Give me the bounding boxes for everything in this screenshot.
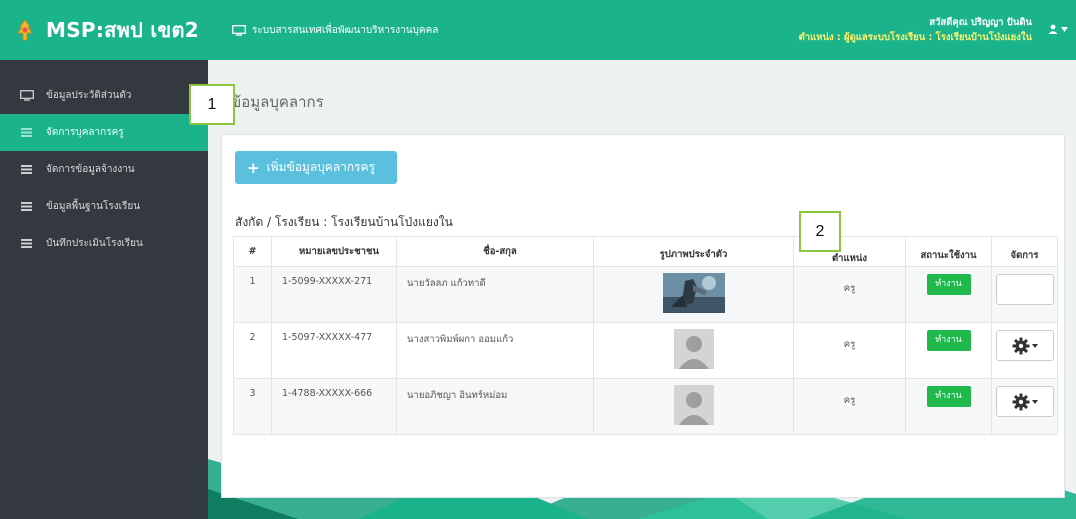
status-badge[interactable]: ทำงาน	[926, 386, 971, 407]
sidebar-item-label: ข้อมูลพื้นฐานโรงเรียน	[46, 201, 141, 212]
sidebar-item-label: บันทึกประเมินโรงเรียน	[46, 238, 143, 249]
status-cell: ทำงาน	[905, 322, 992, 379]
status-cell: ทำงาน	[905, 378, 992, 435]
gear-icon	[1012, 337, 1029, 354]
add-teacher-button[interactable]: + เพิ่มข้อมูลบุคลากรครู	[235, 151, 397, 184]
column-header-status: สถานะใช้งาน	[905, 236, 992, 267]
sidebar-item-school-basic-info[interactable]: ข้อมูลพื้นฐานโรงเรียน	[0, 188, 208, 225]
table-row: 3 1-4788-XXXXX-666 นายอภิชญา อินทร์หม่อม…	[233, 378, 1058, 435]
photo-cell	[593, 322, 794, 379]
person-name: นางสาวพิมพ์ผกา ออมแก้ว	[396, 322, 594, 379]
personnel-table: # หมายเลขประชาชน ชื่อ-สกุล รูปภาพประจำตั…	[233, 236, 1058, 435]
status-badge[interactable]: ทำงาน	[926, 274, 971, 295]
sidebar-item-label: ข้อมูลประวัติส่วนตัว	[46, 90, 132, 101]
table-row: 2 1-5097-XXXXX-477 นางสาวพิมพ์ผกา ออมแก้…	[233, 322, 1058, 379]
system-title-text: ระบบสารสนเทศเพื่อพัฒนาบริหารงานบุคคล	[252, 24, 439, 36]
user-menu-toggle[interactable]	[1048, 24, 1068, 34]
list-icon	[21, 239, 32, 248]
person-name: นายอภิชญา อินทร์หม่อม	[396, 378, 594, 435]
user-info: สวัสดีคุณ ปริญญา ปันดิน ตำแหน่ง : ผู้ดูแ…	[799, 15, 1032, 45]
monitor-icon	[232, 24, 246, 36]
caret-down-icon	[1061, 26, 1068, 32]
monitor-icon	[20, 90, 34, 101]
sidebar-item-employment-data[interactable]: จัดการข้อมูลจ้างงาน	[0, 151, 208, 188]
photo-cell	[593, 266, 794, 323]
row-number: 1	[233, 266, 272, 323]
sidebar: ข้อมูลประวัติส่วนตัว จัดการบุคลากรครู จั…	[0, 60, 208, 519]
citizen-id: 1-5097-XXXXX-477	[271, 322, 397, 379]
emblem-logo-icon	[17, 19, 33, 41]
row-number: 2	[233, 322, 272, 379]
default-avatar-icon[interactable]	[673, 329, 714, 369]
brand-name: MSP:สพป เขต2	[46, 18, 200, 42]
plus-icon: +	[247, 158, 260, 177]
photo-cell	[593, 378, 794, 435]
manage-settings-button[interactable]	[995, 386, 1054, 417]
table-row: 1 1-5099-XXXXX-271 นายวัลลภ แก้วทาดี ครู…	[233, 266, 1058, 323]
brand[interactable]: MSP:สพป เขต2	[0, 0, 208, 60]
manage-settings-button[interactable]	[995, 330, 1054, 361]
manage-settings-button[interactable]	[995, 274, 1054, 305]
manage-cell	[991, 322, 1058, 379]
citizen-id: 1-5099-XXXXX-271	[271, 266, 397, 323]
add-teacher-button-label: เพิ่มข้อมูลบุคลากรครู	[266, 160, 376, 174]
user-position: ตำแหน่ง : ผู้ดูแลระบบโรงเรียน : โรงเรียน…	[798, 32, 1032, 43]
annotation-callout-2: 2	[799, 211, 841, 252]
status-cell: ทำงาน	[905, 266, 992, 323]
column-header-number: #	[233, 236, 272, 267]
row-number: 3	[233, 378, 272, 435]
caret-down-icon	[1031, 399, 1038, 404]
column-header-manage: จัดการ	[991, 236, 1058, 267]
caret-down-icon	[1031, 343, 1038, 348]
annotation-callout-1: 1	[189, 84, 235, 125]
manage-cell	[991, 266, 1058, 323]
list-icon	[21, 202, 32, 211]
list-icon	[21, 128, 32, 137]
sidebar-item-label: จัดการบุคลากรครู	[46, 127, 124, 138]
default-avatar-icon[interactable]	[673, 385, 714, 425]
user-icon	[1048, 24, 1058, 34]
sidebar-item-label: จัดการข้อมูลจ้างงาน	[46, 164, 135, 175]
column-header-citizen-id: หมายเลขประชาชน	[271, 236, 397, 267]
sidebar-item-manage-teachers[interactable]: จัดการบุคลากรครู	[0, 114, 208, 151]
status-badge[interactable]: ทำงาน	[926, 330, 971, 351]
user-greeting: สวัสดีคุณ ปริญญา ปันดิน	[929, 17, 1032, 28]
page-title: ข้อมูลบุคลากร	[231, 93, 324, 111]
column-header-name: ชื่อ-สกุล	[396, 236, 594, 267]
system-title: ระบบสารสนเทศเพื่อพัฒนาบริหารงานบุคคล	[232, 23, 438, 38]
list-icon	[21, 165, 32, 174]
position: ครู	[793, 266, 906, 323]
profile-photo[interactable]	[662, 273, 725, 313]
column-header-photo: รูปภาพประจำตัว	[593, 236, 794, 267]
citizen-id: 1-4788-XXXXX-666	[271, 378, 397, 435]
school-affiliation: สังกัด / โรงเรียน : โรงเรียนบ้านโป่งแยงใ…	[235, 215, 453, 229]
position: ครู	[793, 378, 906, 435]
position: ครู	[793, 322, 906, 379]
sidebar-item-school-evaluation[interactable]: บันทึกประเมินโรงเรียน	[0, 225, 208, 262]
sidebar-item-personal-history[interactable]: ข้อมูลประวัติส่วนตัว	[0, 77, 208, 114]
content-panel: + เพิ่มข้อมูลบุคลากรครู สังกัด / โรงเรีย…	[221, 134, 1065, 498]
manage-cell	[991, 378, 1058, 435]
top-navbar: MSP:สพป เขต2 ระบบสารสนเทศเพื่อพัฒนาบริหา…	[0, 0, 1076, 60]
main-content: ข้อมูลบุคลากร + เพิ่มข้อมูลบุคลากรครู สั…	[208, 60, 1076, 519]
table-header-row: # หมายเลขประชาชน ชื่อ-สกุล รูปภาพประจำตั…	[233, 236, 1058, 267]
person-name: นายวัลลภ แก้วทาดี	[396, 266, 594, 323]
gear-icon	[1012, 393, 1029, 410]
